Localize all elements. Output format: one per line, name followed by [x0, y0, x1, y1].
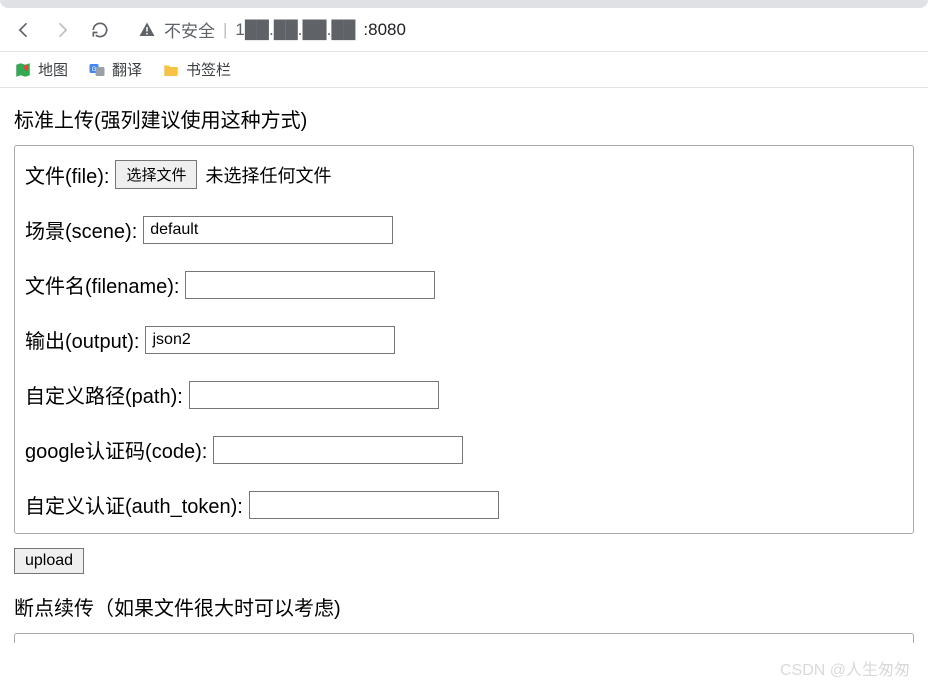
address-bar[interactable]: 不安全 | 1██.██.██.██ :8080: [138, 17, 406, 42]
bookmark-folder[interactable]: 书签栏: [162, 59, 231, 80]
scene-label: 场景(scene):: [25, 215, 137, 244]
back-button[interactable]: [12, 18, 36, 42]
divider: |: [223, 20, 227, 40]
address-port: :8080: [363, 20, 406, 40]
bookmark-label: 地图: [38, 59, 68, 80]
auth-label: 自定义认证(auth_token):: [25, 490, 243, 519]
browser-toolbar: 不安全 | 1██.██.██.██ :8080: [0, 8, 928, 52]
section2: 断点续传（如果文件很大时可以考虑): [14, 592, 914, 643]
upload-form-group: 文件(file): 选择文件 未选择任何文件 场景(scene): 文件名(fi…: [14, 145, 914, 534]
bookmark-label: 书签栏: [186, 59, 231, 80]
bookmark-label: 翻译: [112, 59, 142, 80]
output-input[interactable]: [145, 326, 395, 354]
output-label: 输出(output):: [25, 325, 139, 354]
bookmark-translate[interactable]: G 翻译: [88, 59, 142, 80]
code-label: google认证码(code):: [25, 435, 207, 464]
scene-input[interactable]: [143, 216, 393, 244]
filename-label: 文件名(filename):: [25, 270, 179, 299]
bookmark-bar: 地图 G 翻译 书签栏: [0, 52, 928, 88]
auth-input[interactable]: [249, 491, 499, 519]
path-input[interactable]: [189, 381, 439, 409]
upload-button[interactable]: upload: [14, 548, 84, 574]
resume-form-group: [14, 633, 914, 643]
page-content: 标准上传(强列建议使用这种方式) 文件(file): 选择文件 未选择任何文件 …: [0, 88, 928, 659]
file-row: 文件(file): 选择文件 未选择任何文件: [25, 160, 903, 189]
bookmark-maps[interactable]: 地图: [14, 59, 68, 80]
code-row: google认证码(code):: [25, 435, 903, 464]
folder-icon: [162, 61, 180, 79]
auth-row: 自定义认证(auth_token):: [25, 490, 903, 519]
scene-row: 场景(scene):: [25, 215, 903, 244]
path-row: 自定义路径(path):: [25, 380, 903, 409]
path-label: 自定义路径(path):: [25, 380, 183, 409]
reload-button[interactable]: [88, 18, 112, 42]
maps-icon: [14, 61, 32, 79]
file-status: 未选择任何文件: [205, 162, 331, 188]
translate-icon: G: [88, 61, 106, 79]
tab-strip: [0, 0, 928, 8]
output-row: 输出(output):: [25, 325, 903, 354]
address-host: 1██.██.██.██: [235, 20, 355, 40]
insecure-label: 不安全: [164, 17, 215, 42]
warning-icon: [138, 21, 156, 39]
filename-input[interactable]: [185, 271, 435, 299]
svg-text:G: G: [92, 66, 97, 72]
choose-file-button[interactable]: 选择文件: [115, 160, 197, 189]
code-input[interactable]: [213, 436, 463, 464]
section1-title: 标准上传(强列建议使用这种方式): [14, 104, 914, 133]
file-label: 文件(file):: [25, 160, 109, 189]
forward-button[interactable]: [50, 18, 74, 42]
section2-title: 断点续传（如果文件很大时可以考虑): [14, 592, 914, 621]
filename-row: 文件名(filename):: [25, 270, 903, 299]
watermark: CSDN @人生匆匆: [780, 656, 910, 680]
